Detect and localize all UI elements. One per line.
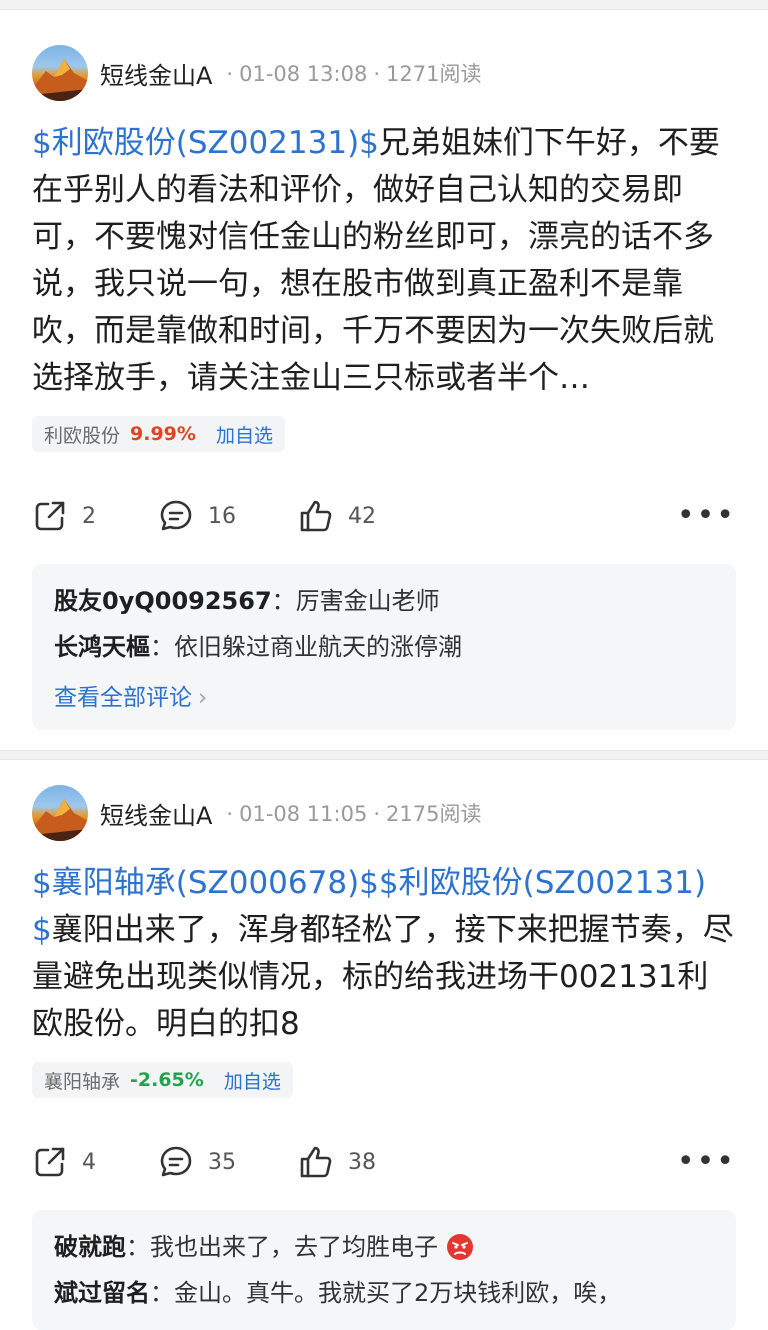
share-count: 4 xyxy=(82,1149,96,1175)
comment-text: 依旧躲过商业航天的涨停潮 xyxy=(174,633,462,661)
like-count: 38 xyxy=(348,1149,376,1175)
comment-item[interactable]: 股友0yQ0092567：厉害金山老师 xyxy=(54,578,714,624)
add-watchlist-button[interactable]: 加自选 xyxy=(224,1067,281,1094)
post-date: 01-08 13:08 xyxy=(239,62,368,86)
post-meta: · 01-08 13:08 · 1271阅读 xyxy=(226,62,482,86)
action-bar: 4 35 38 ••• xyxy=(32,1132,736,1192)
share-button[interactable]: 2 xyxy=(32,498,96,534)
comment-count: 35 xyxy=(208,1149,236,1175)
avatar[interactable] xyxy=(32,45,88,101)
author-row: 短线金山A · 01-08 13:08 · 1271阅读 xyxy=(32,36,736,110)
avatar[interactable] xyxy=(32,785,88,841)
comment-user[interactable]: 破就跑 xyxy=(54,1233,126,1261)
comment-item[interactable]: 破就跑：我也出来了，去了均胜电子 xyxy=(54,1224,714,1270)
add-watchlist-button[interactable]: 加自选 xyxy=(216,421,273,448)
like-button[interactable]: 42 xyxy=(298,498,376,534)
like-button[interactable]: 38 xyxy=(298,1144,376,1180)
comment-icon xyxy=(160,1146,192,1177)
view-all-comments-link[interactable]: 查看全部评论 › xyxy=(54,670,714,716)
comment-text: 我也出来了，去了均胜电子 xyxy=(150,1233,438,1261)
comments-preview[interactable]: 股友0yQ0092567：厉害金山老师 长鸿天樞：依旧躲过商业航天的涨停潮 查看… xyxy=(32,564,736,730)
post-body: 襄阳出来了，浑身都轻松了，接下来把握节奏，尽量避免出现类似情况，标的给我进场干0… xyxy=(32,912,734,1042)
stock-link[interactable]: $利欧股份(SZ002131)$ xyxy=(32,125,379,161)
chevron-right-icon: › xyxy=(198,685,208,711)
comment-item[interactable]: 长鸿天樞：依旧躲过商业航天的涨停潮 xyxy=(54,624,714,670)
angry-emoji-icon xyxy=(446,1234,473,1260)
stock-tag-change: 9.99% xyxy=(130,423,196,445)
post-card[interactable]: 短线金山A · 01-08 11:05 · 2175阅读 $襄阳轴承(SZ000678… xyxy=(0,776,768,1330)
post-body: 兄弟姐妹们下午好，不要在乎别人的看法和评价，做好自己认知的交易即可，不要愧对信任… xyxy=(32,125,720,396)
comment-user[interactable]: 股友0yQ0092567 xyxy=(54,587,272,615)
post-meta: · 01-08 11:05 · 2175阅读 xyxy=(226,802,482,826)
stock-tag[interactable]: 利欧股份 9.99% 加自选 xyxy=(32,416,285,452)
comment-item[interactable]: 斌过留名：金山。真牛。我就买了2万块钱利欧，唉， xyxy=(54,1270,714,1316)
post-card[interactable]: 短线金山A · 01-08 13:08 · 1271阅读 $利欧股份(SZ002131… xyxy=(0,36,768,730)
more-icon[interactable]: ••• xyxy=(677,501,736,531)
post-content[interactable]: $襄阳轴承(SZ000678)$$利欧股份(SZ002131)$襄阳出来了，浑身… xyxy=(32,860,736,1048)
post-date: 01-08 11:05 xyxy=(239,802,368,826)
comment-user[interactable]: 斌过留名 xyxy=(54,1279,150,1307)
comment-text: 厉害金山老师 xyxy=(295,587,440,615)
action-bar: 2 16 42 ••• xyxy=(32,486,736,546)
like-count: 42 xyxy=(348,503,376,529)
comment-text: 金山。真牛。我就买了2万块钱利欧，唉， xyxy=(174,1279,622,1307)
stock-tag-name: 利欧股份 xyxy=(44,424,121,447)
author-name[interactable]: 短线金山A xyxy=(100,796,212,831)
share-icon xyxy=(35,501,65,531)
comment-user[interactable]: 长鸿天樞 xyxy=(54,633,150,661)
post-divider xyxy=(0,750,768,760)
comments-preview[interactable]: 破就跑：我也出来了，去了均胜电子 斌过留名：金山。真牛。我就买了2万块钱利欧，唉… xyxy=(32,1210,736,1330)
read-count: 2175阅读 xyxy=(386,802,482,826)
share-icon xyxy=(35,1147,65,1177)
like-icon xyxy=(300,500,332,532)
comment-count: 16 xyxy=(208,503,236,529)
stock-tag[interactable]: 襄阳轴承 -2.65% 加自选 xyxy=(32,1062,293,1098)
share-button[interactable]: 4 xyxy=(32,1144,96,1180)
stock-tag-change: -2.65% xyxy=(130,1069,204,1091)
post-content[interactable]: $利欧股份(SZ002131)$兄弟姐妹们下午好，不要在乎别人的看法和评价，做好… xyxy=(32,120,736,402)
read-count: 1271阅读 xyxy=(386,62,482,86)
stock-link[interactable]: $襄阳轴承(SZ000678)$ xyxy=(32,865,379,901)
comment-button[interactable]: 35 xyxy=(158,1144,236,1180)
comment-button[interactable]: 16 xyxy=(158,498,236,534)
author-name[interactable]: 短线金山A xyxy=(100,56,212,91)
like-icon xyxy=(300,1146,332,1178)
share-count: 2 xyxy=(82,503,96,529)
view-all-label: 查看全部评论 xyxy=(54,685,192,711)
comment-icon xyxy=(160,500,192,531)
stock-tag-name: 襄阳轴承 xyxy=(44,1070,121,1093)
more-icon[interactable]: ••• xyxy=(677,1147,736,1177)
author-row: 短线金山A · 01-08 11:05 · 2175阅读 xyxy=(32,776,736,850)
top-divider xyxy=(0,0,768,10)
